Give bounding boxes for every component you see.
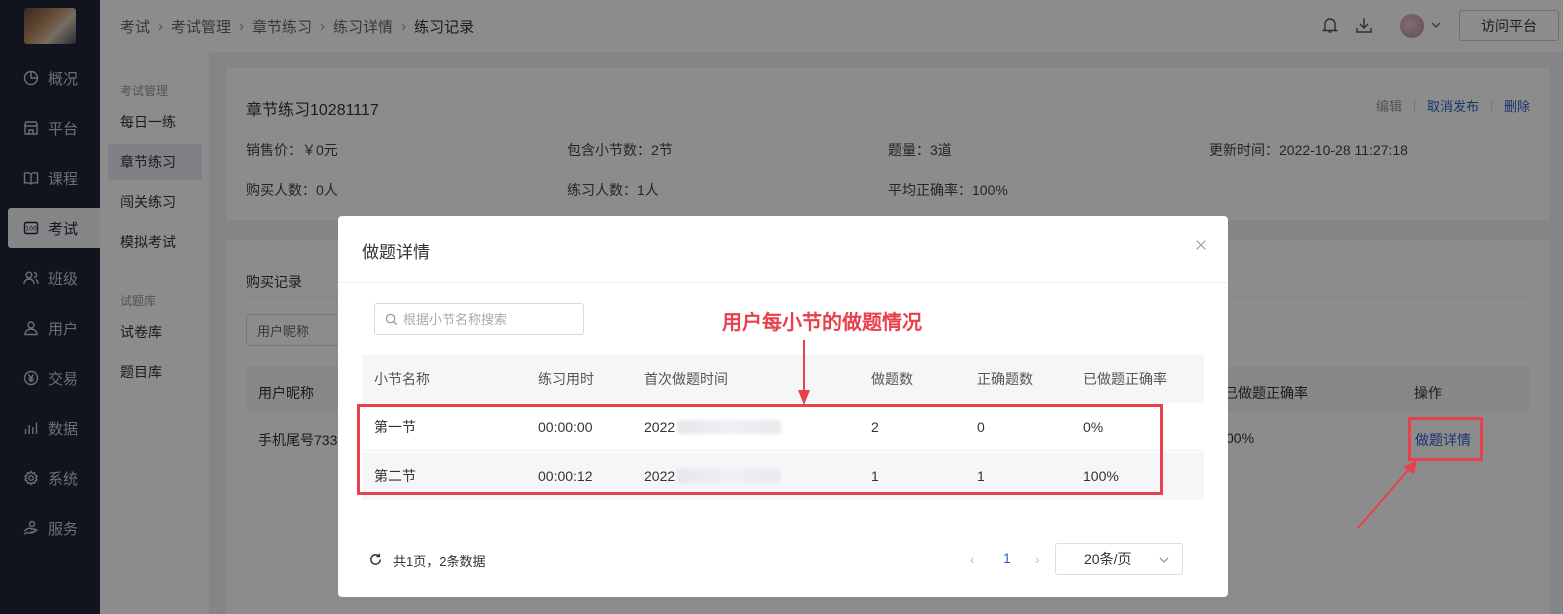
refresh-icon[interactable] [368, 552, 384, 568]
page-size-value: 20条/页 [1084, 551, 1132, 567]
chevron-down-icon [1158, 553, 1170, 565]
column-header: 小节名称 [374, 371, 430, 387]
column-header: 首次做题时间 [644, 371, 728, 387]
prev-page-button[interactable]: ‹ [970, 551, 975, 567]
search-icon [385, 313, 398, 325]
column-header: 已做题正确率 [1083, 371, 1167, 387]
page-number[interactable]: 1 [1003, 550, 1011, 566]
dialog-title: 做题详情 [362, 243, 430, 262]
close-icon[interactable] [1194, 238, 1210, 254]
pagination-total: 共1页，2条数据 [393, 554, 486, 569]
section-search-input[interactable] [374, 303, 584, 335]
annotation-label: 用户每小节的做题情况 [722, 310, 922, 334]
search-field[interactable] [403, 311, 573, 327]
column-header: 练习用时 [538, 371, 594, 387]
divider [338, 282, 1228, 283]
column-header: 正确题数 [977, 371, 1033, 387]
table-header: 小节名称 练习用时 首次做题时间 做题数 正确题数 已做题正确率 [362, 355, 1204, 403]
page-size-select[interactable]: 20条/页 [1055, 543, 1183, 575]
annotation-highlight-box [1408, 417, 1483, 461]
next-page-button[interactable]: › [1035, 551, 1040, 567]
column-header: 做题数 [871, 371, 913, 387]
annotation-highlight-box [357, 404, 1163, 495]
